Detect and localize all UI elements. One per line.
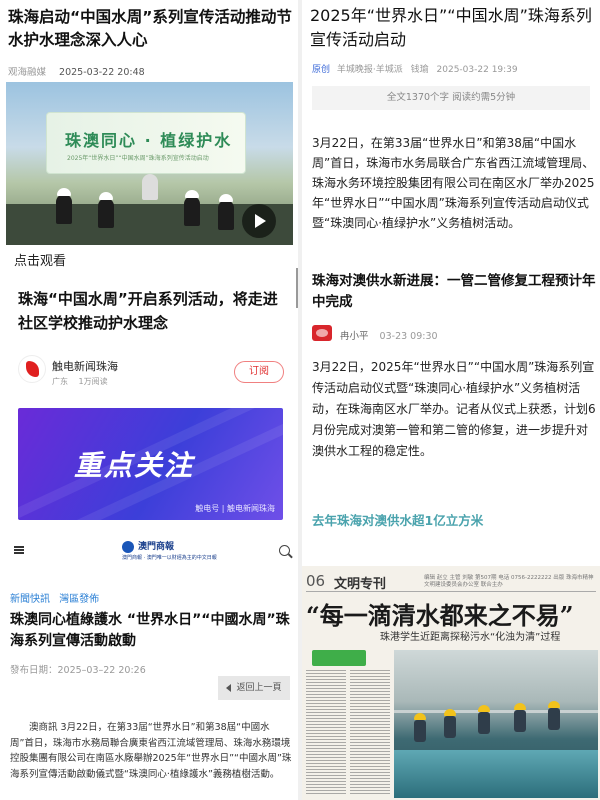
helmet: [548, 701, 560, 708]
section-badge: [312, 650, 366, 666]
featured-banner[interactable]: 重点关注 触电号 | 触电新闻珠海: [18, 408, 283, 520]
article-panel-macau: 新聞快訊 灣區發佈 珠澳同心植綠護水 “世界水日”“中國水周”珠海系列宣傳活動啟…: [0, 566, 298, 800]
page-number: 06: [306, 572, 326, 590]
search-icon[interactable]: [279, 545, 290, 556]
helmet: [414, 713, 426, 720]
student-figure: [514, 710, 526, 732]
breadcrumb-item[interactable]: 新聞快訊: [10, 594, 50, 605]
helmet: [444, 709, 456, 716]
subscribe-button[interactable]: 订阅: [234, 361, 284, 383]
related-article-body: 3月22日，2025年“世界水日”“中国水周”珠海系列宣传活动启动仪式暨“珠澳同…: [312, 360, 596, 458]
logo-tagline: 澳門商報 · 澳門唯一以財經為主的中文日報: [122, 555, 217, 561]
railing: [394, 710, 598, 713]
newspaper-photo: [394, 650, 598, 798]
water-basin: [394, 750, 598, 798]
article-meta: 观海融媒 2025-03-22 20:48: [8, 64, 145, 78]
backdrop-subtext: 2025年“世界水日”“中国水周”珠海系列宣传活动启动: [67, 155, 209, 162]
author-date: 03-23 09:30: [379, 331, 438, 342]
byline-outlet[interactable]: 羊城晚报·羊城派: [337, 65, 403, 75]
backdrop-text: 珠澳同心 · 植绿护水: [65, 131, 233, 150]
article-body: 澳商訊 3月22日，在第33屆“世界水日”和第38屆“中國水周”首日，珠海市水務…: [10, 722, 292, 780]
student-figure: [414, 720, 426, 742]
student-figure: [444, 716, 456, 738]
hard-hat: [219, 194, 233, 202]
reading-time-note: 全文1370个字 阅读约需5分钟: [312, 86, 590, 110]
student-figure: [478, 712, 490, 734]
breadcrumb: 新聞快訊 灣區發佈: [10, 590, 105, 605]
article-meta: 原创 羊城晚报·羊城派 钱瑜 2025-03-22 19:39: [312, 62, 523, 75]
article-date: 2025-03-22 19:39: [436, 65, 518, 75]
article-title[interactable]: 珠海启动“中国水周”系列宣传活动推动节水护水理念深入人心: [8, 6, 294, 52]
hard-hat: [57, 188, 71, 196]
byline-author[interactable]: 钱瑜: [411, 65, 429, 75]
hard-hat: [185, 190, 199, 198]
related-article-meta: 冉小平 03-23 09:30: [340, 328, 438, 342]
text-column: [350, 668, 390, 796]
event-backdrop: 珠澳同心 · 植绿护水 2025年“世界水日”“中国水周”珠海系列宣传活动启动: [46, 112, 246, 174]
channel-logo-icon[interactable]: [18, 355, 46, 383]
attendee-figure: [56, 194, 72, 224]
hard-hat: [99, 192, 113, 200]
banner-tag: 触电号 | 触电新闻珠海: [195, 504, 275, 513]
student-figure: [548, 708, 560, 730]
article-title: 珠澳同心植綠護水 “世界水日”“中國水周”珠海系列宣傳活動啟動: [10, 612, 290, 649]
click-to-watch-label[interactable]: 点击观看: [14, 250, 66, 269]
article-panel-text: 2025年“世界水日”“中国水周”珠海系列宣传活动启动 原创 羊城晚报·羊城派 …: [302, 0, 600, 566]
video-player[interactable]: 珠澳同心 · 植绿护水 2025年“世界水日”“中国水周”珠海系列宣传活动启动: [6, 82, 293, 245]
back-button-label: 返回上一頁: [236, 683, 282, 693]
attendee-figure: [184, 196, 200, 226]
hamburger-menu-icon[interactable]: [14, 546, 24, 554]
attendee-figure: [98, 198, 114, 228]
news-card-title[interactable]: 珠海“中国水周”开启系列活动，将走进社区学校推动护水理念: [18, 287, 288, 335]
site-header: 澳門商報 澳門商報 · 澳門唯一以財經為主的中文日報: [0, 533, 298, 566]
newspaper-meta: 编辑 赵立 主管 刘敏 第507期 电话 0756-2222222 出版 珠海市…: [424, 575, 594, 588]
play-icon[interactable]: [242, 204, 276, 238]
breadcrumb-item[interactable]: 灣區發佈: [59, 594, 99, 605]
site-logo[interactable]: 澳門商報 澳門商報 · 澳門唯一以財經為主的中文日報: [122, 539, 217, 563]
helmet: [514, 703, 526, 710]
section-name: 文明专刊: [334, 577, 387, 592]
article-date: 2025-03-22 20:48: [59, 67, 145, 78]
related-article-title[interactable]: 珠海对澳供水新进展：一管二管修复工程预计年中完成: [312, 271, 596, 313]
banner-headline: 重点关注: [74, 449, 195, 482]
newspaper-subhead: 珠港学生近距离探秘污水“化浊为清”过程: [380, 632, 561, 643]
article-date: 發布日期：2025–03–22 20:26: [10, 665, 146, 676]
author-name[interactable]: 冉小平: [340, 331, 369, 342]
newspaper-header: 06 文明专刊 编辑 赵立 主管 刘敏 第507期 电话 0756-222222…: [306, 572, 596, 592]
channel-readers: 1万阅读: [78, 377, 108, 386]
back-button[interactable]: 返回上一頁: [218, 676, 290, 700]
original-badge: 原创: [312, 65, 331, 75]
article-source[interactable]: 观海融媒: [8, 67, 46, 78]
scrollbar[interactable]: [296, 268, 298, 308]
newspaper-text-columns: [306, 650, 392, 798]
channel-name[interactable]: 触电新闻珠海: [52, 358, 118, 374]
article-body: 3月22日，在第33届“世界水日”和第38届“中国水周”首日，珠海市水务局联合广…: [312, 136, 595, 230]
logo-name: 澳門商報: [138, 542, 175, 552]
speaker-figure: [142, 174, 158, 200]
back-arrow-icon: [226, 683, 232, 692]
text-column: [306, 668, 346, 796]
article-title[interactable]: 2025年“世界水日”“中国水周”珠海系列宣传活动启动: [310, 4, 600, 52]
related-link[interactable]: 去年珠海对澳供水超1亿立方米: [312, 510, 483, 529]
outlet-avatar-icon[interactable]: [312, 325, 332, 341]
channel-info: 广东 1万阅读: [52, 376, 108, 387]
helmet: [478, 705, 490, 712]
channel-region: 广东: [52, 377, 68, 386]
attendee-figure: [218, 200, 234, 230]
logo-emblem-icon: [122, 541, 134, 553]
newspaper-clipping: 06 文明专刊 编辑 赵立 主管 刘敏 第507期 电话 0756-222222…: [302, 566, 600, 800]
article-panel-video: 珠海启动“中国水周”系列宣传活动推动节水护水理念深入人心 观海融媒 2025-0…: [0, 0, 298, 566]
newspaper-headline: “每一滴清水都来之不易”: [306, 601, 574, 630]
